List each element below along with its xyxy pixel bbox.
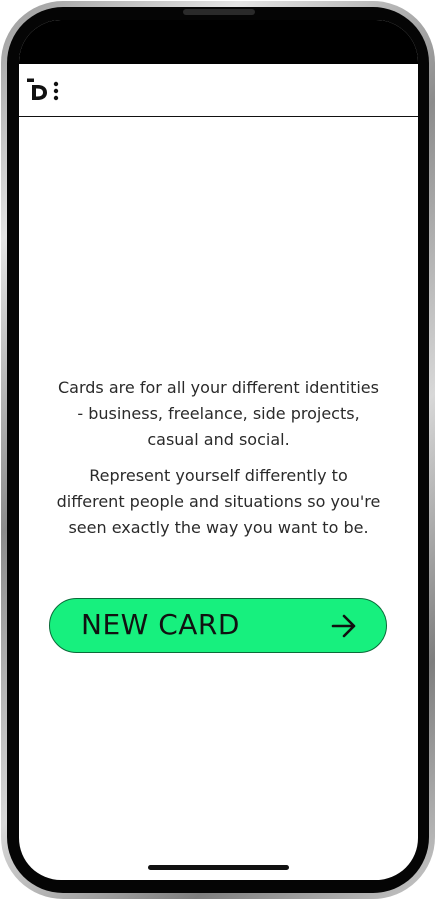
vertical-dots-menu-icon[interactable] xyxy=(49,80,63,102)
new-card-button[interactable]: NEW CARD xyxy=(49,598,387,653)
phone-screen: Cards are for all your different identit… xyxy=(19,20,418,880)
app-header xyxy=(19,64,418,117)
d-logo-icon[interactable] xyxy=(25,77,51,103)
status-bar xyxy=(19,20,418,64)
arrow-right-icon xyxy=(331,614,356,638)
phone-speaker xyxy=(183,9,255,15)
home-indicator[interactable] xyxy=(148,865,289,870)
cards-intro-text: Cards are for all your different identit… xyxy=(58,378,379,449)
device-mockup: Cards are for all your different identit… xyxy=(0,0,438,901)
new-card-label: NEW CARD xyxy=(81,608,240,641)
cards-description-text: Represent yourself differently to differ… xyxy=(56,466,381,537)
main-content: Cards are for all your different identit… xyxy=(19,117,418,880)
